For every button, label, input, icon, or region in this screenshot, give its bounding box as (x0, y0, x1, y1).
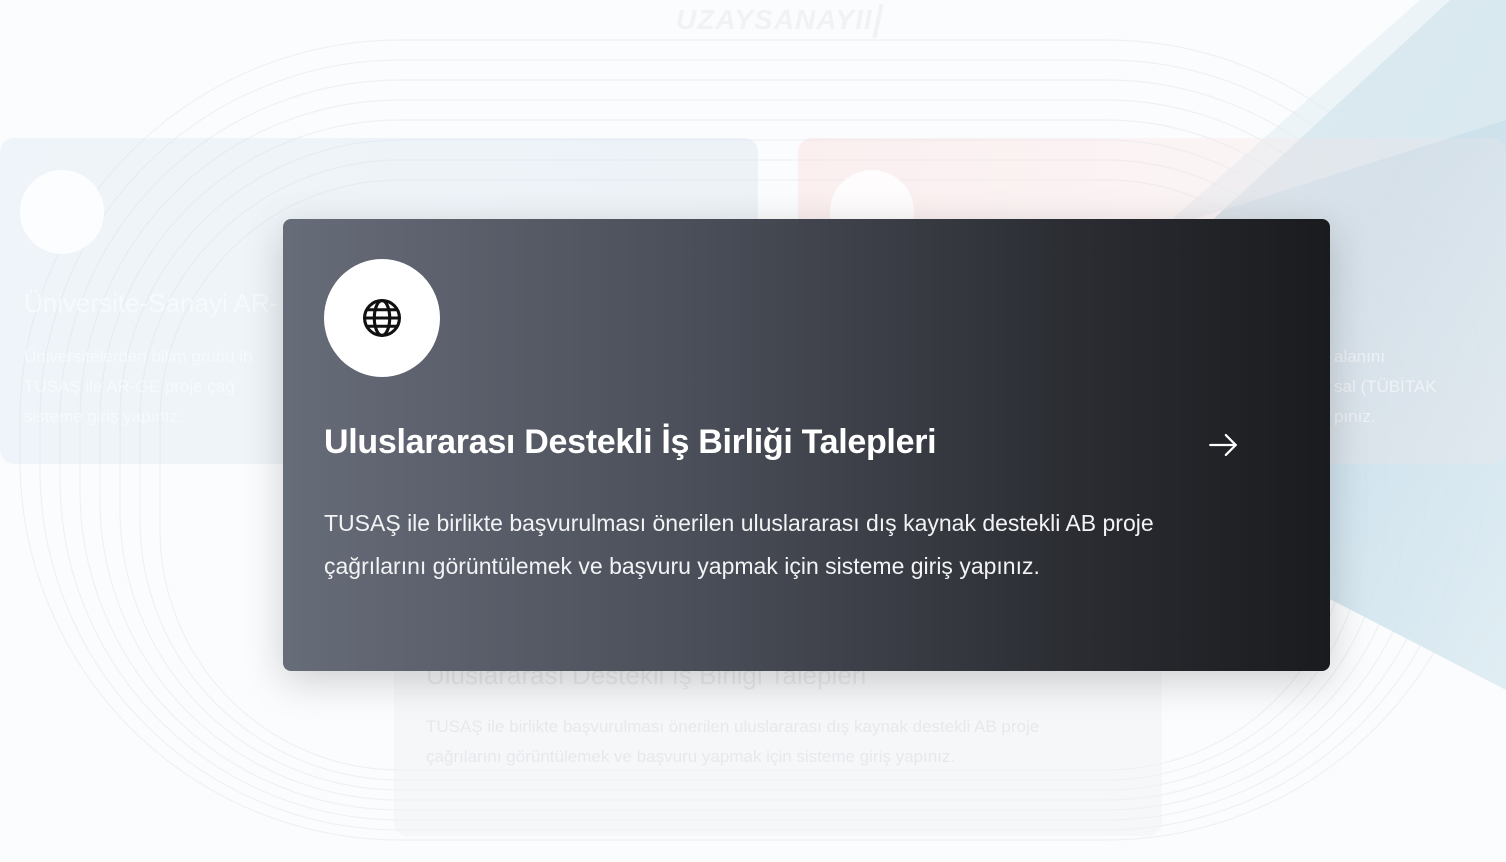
background-card-title: Üniversite-Sanayi AR- (24, 288, 279, 318)
international-cooperation-card[interactable]: Uluslararası Destekli İş Birliği Taleple… (283, 219, 1330, 671)
background-card-text: Üniversitelerden bilim grubu ih (24, 347, 253, 366)
background-card-text: TUSAŞ ile AR-GE proje çağ (24, 377, 235, 396)
background-card-text: TUSAŞ ile birlikte başvurulması önerilen… (426, 717, 1040, 766)
card-description: TUSAŞ ile birlikte başvurulması önerilen… (324, 510, 1154, 579)
page-background: UZAYSANAYII Üniversite-Sanayi AR- Üniver… (0, 0, 1506, 862)
globe-icon (363, 299, 401, 337)
background-card-text: pınız. (1334, 407, 1376, 426)
background-card-text: alanını (1334, 347, 1386, 366)
card-icon-circle (324, 259, 440, 377)
background-card-text: sal (TÜBİTAK (1334, 377, 1437, 396)
background-card-icon-circle (20, 170, 104, 254)
header-logo[interactable]: UZAYSANAYII (676, 4, 873, 36)
card-title: Uluslararası Destekli İş Birliği Taleple… (324, 423, 937, 461)
background-card-text: sisteme giriş yapınız. (24, 407, 183, 426)
arrow-right-icon[interactable] (1203, 425, 1243, 465)
